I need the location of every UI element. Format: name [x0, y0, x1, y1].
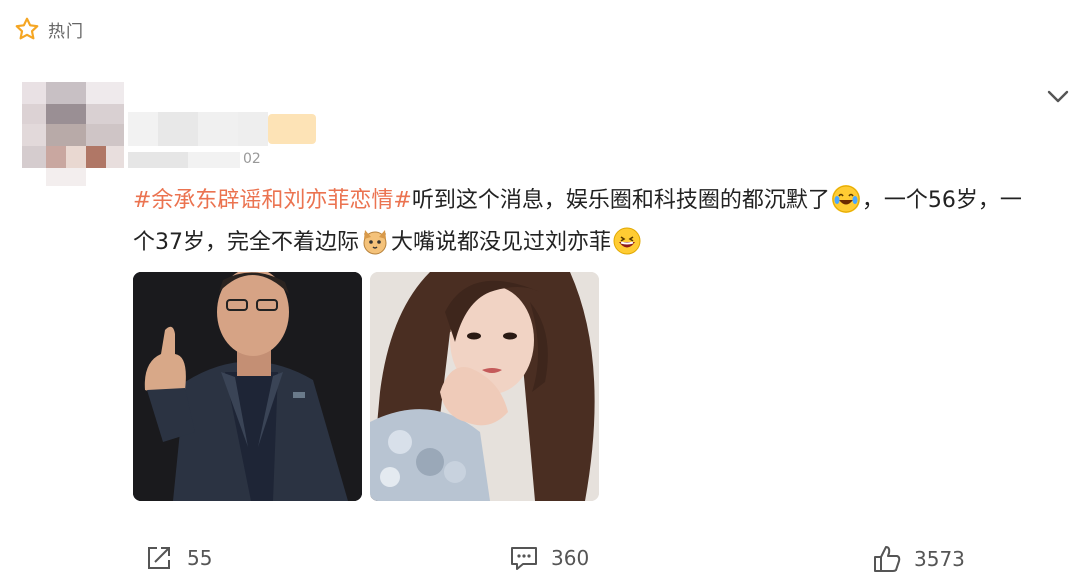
post-text-part3: 大嘴说都没见过刘亦菲: [391, 230, 612, 255]
username[interactable]: [128, 112, 318, 148]
share-button[interactable]: 55: [145, 544, 212, 572]
hot-tag-label: 热门: [48, 21, 84, 42]
post-time: 02: [128, 148, 288, 170]
comment-button[interactable]: 360: [509, 544, 589, 572]
comment-icon: [511, 547, 537, 570]
thumbs-up-icon: [874, 546, 901, 572]
post-image-woman-portrait[interactable]: [370, 272, 599, 501]
post-body: #余承东辟谣和刘亦菲恋情#听到这个消息，娱乐圈和科技圈的都沉默了 ，一个56岁，…: [133, 180, 1043, 264]
comment-count: 360: [551, 546, 590, 570]
share-icon: [148, 547, 170, 569]
hashtag-link[interactable]: #余承东辟谣和刘亦菲恋情#: [133, 188, 412, 213]
like-count: 3573: [914, 547, 965, 571]
avatar[interactable]: [22, 82, 124, 186]
cat-face-emoji-icon: [361, 227, 389, 255]
post-text-part1: 听到这个消息，娱乐圈和科技圈的都沉默了: [411, 188, 830, 213]
post-image-man-thumbs-up[interactable]: [133, 272, 362, 501]
star-icon: [15, 17, 39, 40]
chevron-down-icon[interactable]: [1044, 84, 1072, 108]
tears-of-joy-emoji-icon: [831, 185, 860, 213]
laughing-emoji-icon: [613, 227, 641, 255]
hot-tag: 热门: [14, 16, 84, 42]
post-time-text: 02: [243, 151, 261, 167]
share-count: 55: [187, 546, 213, 570]
like-button[interactable]: 3573: [872, 544, 965, 574]
